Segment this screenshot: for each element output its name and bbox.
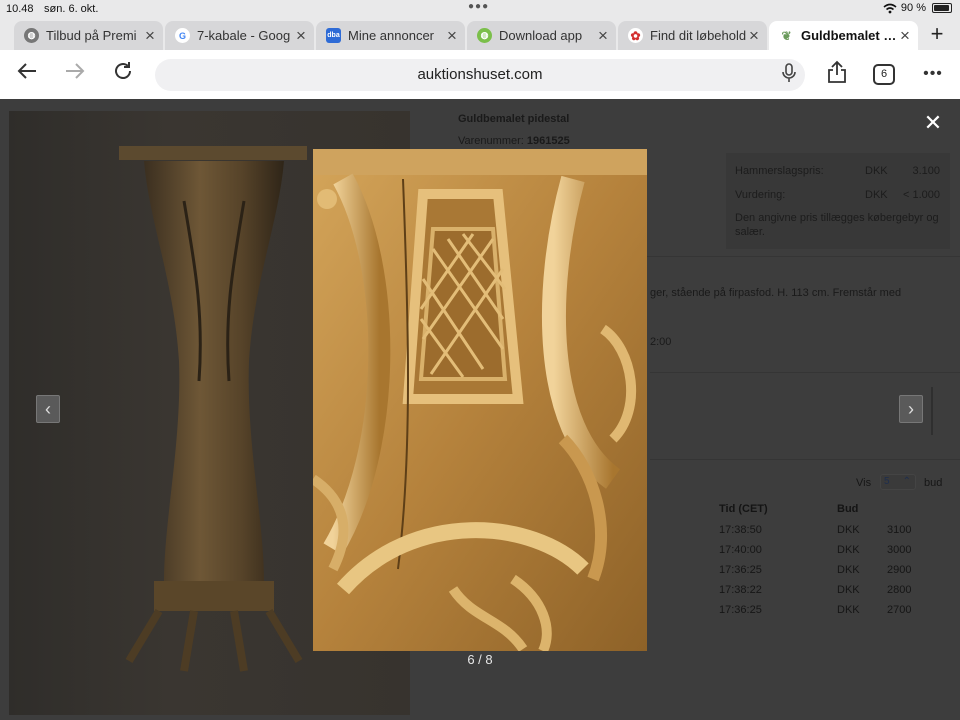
bid-time: 17:38:22 [719,584,762,596]
pedestal-silhouette [119,146,307,672]
bid-currency: DKK [837,524,860,536]
tab-2[interactable]: G 7-kabale - Goog × [165,21,314,50]
col-time: Tid (CET) [719,503,768,515]
chevron-updown-icon: ⌃ [902,476,911,487]
bid-amount: 3000 [887,544,912,556]
tab-6-active[interactable]: ❦ Guldbemalet pid × [769,21,918,50]
hammer-label: Hammerslagspris: [735,165,824,177]
back-button[interactable] [12,60,42,88]
col-bid: Bud [837,503,859,515]
close-tab-icon[interactable]: × [294,27,308,44]
bid-time: 17:36:25 [719,604,762,616]
close-tab-icon[interactable]: × [596,27,610,44]
forward-button[interactable] [60,60,90,88]
item-number-row: Varenummer: 1961525 [458,135,570,147]
more-menu-icon[interactable]: ••• [918,60,948,88]
tab-title: Guldbemalet pid [801,28,898,43]
tab-title: Tilbud på Premi [46,28,137,43]
valuation-currency: DKK [865,189,888,201]
tab-title: Download app [499,28,583,43]
bid-time: 17:40:00 [719,544,762,556]
close-tab-icon[interactable]: × [445,27,459,44]
chevron-left-icon: ‹ [45,399,51,419]
globe-icon: ◍ [477,28,492,43]
leaf-icon: ❦ [779,28,794,43]
bid-currency: DKK [837,604,860,616]
back-arrow-icon [17,63,36,79]
tab-switcher-button[interactable]: 6 [873,64,895,85]
divider [650,459,960,460]
valuation-label: Vurdering: [735,189,786,201]
tab-bar: ◍ Tilbud på Premi × G 7-kabale - Goog × … [0,18,960,50]
image-counter: 6 / 8 [467,652,493,667]
reload-icon [115,62,131,79]
next-image-button[interactable]: › [899,395,923,423]
status-bar: 10.48 søn. 6. okt. ●●● 90 % [0,0,960,18]
tab-title: 7-kabale - Goog [197,28,291,43]
tab-5[interactable]: ✿ Find dit løbehold × [618,21,767,50]
time-fragment: 2:00 [650,336,672,348]
address-bar[interactable]: auktionshuset.com [155,59,805,91]
tab-3[interactable]: dba Mine annoncer × [316,21,465,50]
browser-toolbar: auktionshuset.com 6 ••• [0,50,960,99]
divider [650,372,960,373]
share-icon [828,60,846,83]
price-box: Hammerslagspris: DKK 3.100 Vurdering: DK… [726,153,950,249]
chevron-right-icon: › [908,399,914,419]
flower-icon: ✿ [628,28,643,43]
item-number-label: Varenummer: [458,135,524,147]
status-right: 90 % [883,2,952,14]
item-title: Guldbemalet pidestal [458,113,570,125]
forward-arrow-icon [66,63,85,79]
hammer-value: 3.100 [912,165,940,177]
globe-icon: ◍ [24,28,39,43]
battery-percent: 90 % [900,2,926,14]
lightbox-overlay: Guldbemalet pidestal Varenummer: 1961525… [0,99,960,720]
new-tab-button[interactable]: + [922,20,952,48]
price-note: Den angivne pris tillægges købergebyr og… [735,212,939,238]
bid-currency: DKK [837,544,860,556]
show-count-value: 5 [884,476,890,487]
reload-button[interactable] [108,60,138,88]
tab-1[interactable]: ◍ Tilbud på Premi × [14,21,163,50]
bid-currency: DKK [837,584,860,596]
lightbox-image [313,149,647,651]
show-count-select[interactable]: 5 ⌃ [880,474,916,490]
tab-title: Find dit løbehold [650,28,747,43]
item-number: 1961525 [526,135,570,147]
close-tab-icon[interactable]: × [747,27,761,44]
hammer-currency: DKK [865,165,888,177]
microphone-icon [782,63,796,82]
bid-amount: 2900 [887,564,912,576]
tab-title: Mine annoncer [348,28,434,43]
status-date: søn. 6. okt. [44,3,99,15]
wifi-icon [883,3,897,13]
close-lightbox-button[interactable]: ✕ [921,109,945,137]
prev-image-button[interactable]: ‹ [36,395,60,423]
share-button[interactable] [822,60,852,88]
gilded-carving-detail [313,149,647,651]
bid-amount: 2700 [887,604,912,616]
close-icon: ✕ [923,110,943,135]
bid-amount: 2800 [887,584,912,596]
dba-icon: dba [326,28,341,43]
tab-4[interactable]: ◍ Download app × [467,21,616,50]
close-tab-icon[interactable]: × [143,27,157,44]
scroll-divider [931,387,933,435]
valuation-value: < 1.000 [902,189,940,201]
mic-button[interactable] [774,62,804,90]
multitask-dots-icon[interactable]: ●●● [468,1,489,12]
bid-amount: 3100 [887,524,912,536]
battery-icon [932,3,952,13]
show-label: Vis [856,477,872,489]
google-icon: G [175,28,190,43]
bid-time: 17:38:50 [719,524,762,536]
status-time: 10.48 [6,3,34,15]
item-description: ger, stående på firpasfod. H. 113 cm. Fr… [650,287,902,299]
close-tab-icon[interactable]: × [898,27,912,44]
bid-time: 17:36:25 [719,564,762,576]
show-suffix: bud [924,477,943,489]
bid-currency: DKK [837,564,860,576]
